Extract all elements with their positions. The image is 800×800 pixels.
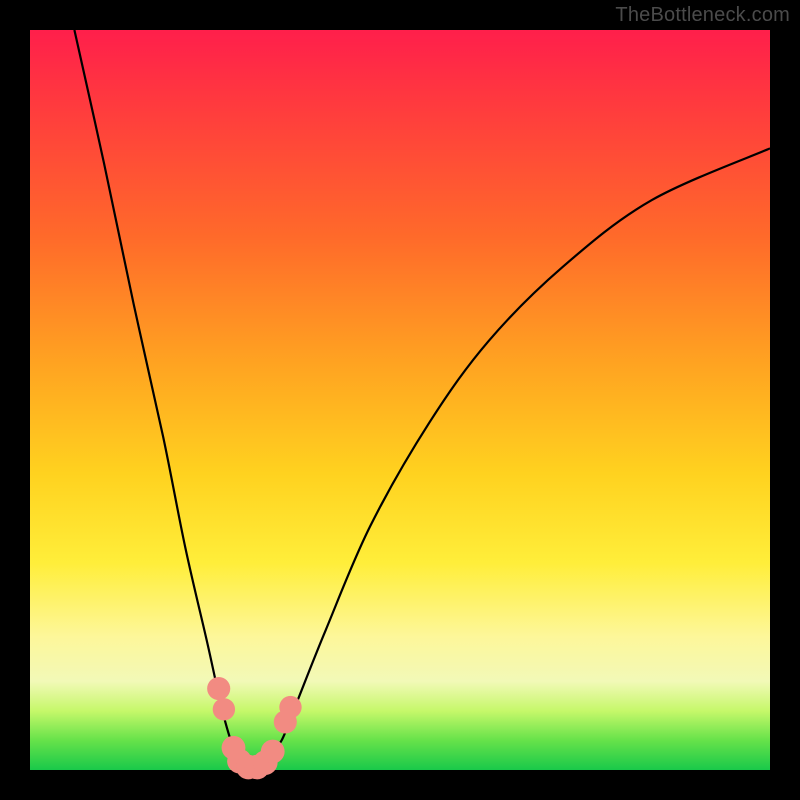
bottleneck-curve (74, 30, 770, 768)
curve-marker (207, 677, 230, 700)
chart-svg (30, 30, 770, 770)
curve-markers (207, 677, 302, 779)
chart-frame: TheBottleneck.com (0, 0, 800, 800)
curve-marker (261, 740, 285, 764)
curve-marker (213, 698, 235, 720)
attribution-text: TheBottleneck.com (615, 4, 790, 27)
plot-area (30, 30, 770, 770)
curve-marker (279, 696, 301, 718)
